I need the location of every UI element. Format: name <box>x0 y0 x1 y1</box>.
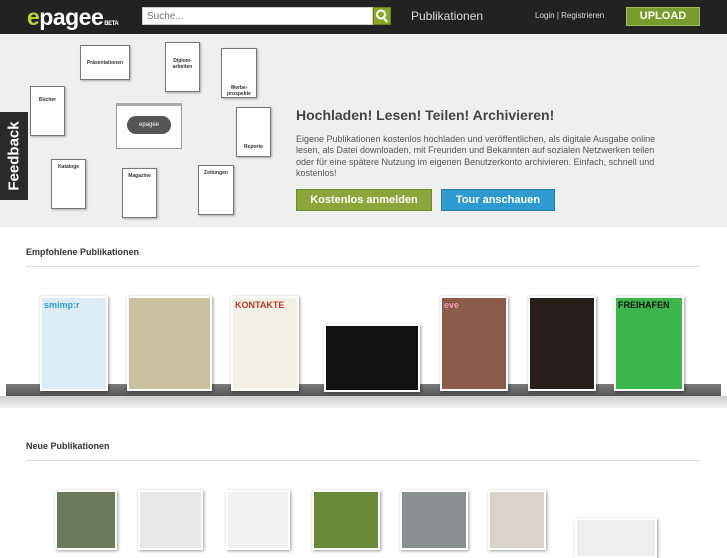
publication-cover[interactable] <box>528 296 596 391</box>
diagram-item: Magazine <box>122 168 157 218</box>
nav-publications[interactable]: Publikationen <box>411 9 483 23</box>
diagram-item: Zeitungen <box>198 165 234 215</box>
shelf-shadow <box>0 396 727 408</box>
diagram-item: Kataloge <box>51 159 86 209</box>
publication-cover[interactable] <box>127 296 212 391</box>
upload-button[interactable]: UPLOAD <box>626 7 700 26</box>
cover-title <box>530 298 594 302</box>
search-icon <box>376 9 388 23</box>
login-link[interactable]: Login <box>535 11 555 20</box>
divider <box>26 460 700 461</box>
publication-cover[interactable] <box>226 490 290 550</box>
hero-title: Hochladen! Lesen! Teilen! Archivieren! <box>296 107 555 123</box>
hero-description: Eigene Publikationen kostenlos hochladen… <box>296 134 656 178</box>
new-heading: Neue Publikationen <box>26 441 110 451</box>
publication-cover[interactable] <box>488 490 546 550</box>
signup-button[interactable]: Kostenlos anmelden <box>296 189 432 211</box>
feedback-label: Feedback <box>5 121 23 191</box>
search-button[interactable] <box>373 7 391 25</box>
cover-title <box>326 326 418 330</box>
diagram-item: Diplom-arbeiten <box>165 42 200 92</box>
beta-badge: BETA <box>104 21 119 27</box>
publication-cover[interactable] <box>575 518 657 558</box>
auth-links: Login | Registrieren <box>535 11 604 20</box>
publication-cover[interactable]: eve <box>440 296 508 391</box>
publication-cover[interactable] <box>138 490 203 550</box>
publication-cover[interactable] <box>312 490 380 550</box>
diagram-item: Reporte <box>236 107 271 157</box>
feedback-tab[interactable]: Feedback <box>0 112 28 200</box>
publication-cover[interactable]: smimp:r <box>40 296 108 391</box>
cover-title: KONTAKTE <box>235 300 285 310</box>
divider <box>26 266 700 267</box>
top-bar: epageeBETA Publikationen Login | Registr… <box>0 0 727 34</box>
logo[interactable]: epageeBETA <box>27 4 119 31</box>
publication-cover[interactable]: KONTAKTE <box>231 296 299 391</box>
cloud-logo: epagee <box>127 116 171 134</box>
search-input[interactable] <box>142 7 373 25</box>
featured-heading: Empfohlene Publikationen <box>26 247 140 257</box>
cover-title: eve <box>444 300 460 310</box>
publication-cover[interactable] <box>55 490 117 550</box>
register-link[interactable]: Registrieren <box>561 11 604 20</box>
publication-cover[interactable]: FREIHAFEN <box>614 296 684 391</box>
cover-title: smimp:r <box>44 300 80 310</box>
hero-banner: Präsentationen Diplom-arbeiten Werbe-pro… <box>0 34 727 227</box>
cover-title: FREIHAFEN <box>618 300 670 310</box>
cover-title <box>129 298 210 302</box>
browser-window: epagee <box>116 103 182 149</box>
diagram-item: Bücher <box>30 86 65 136</box>
tour-button[interactable]: Tour anschauen <box>441 189 555 211</box>
separator: | <box>556 11 559 20</box>
publication-cover[interactable] <box>324 324 420 392</box>
diagram-item: Präsentationen <box>80 45 130 80</box>
publication-cover[interactable] <box>400 490 468 550</box>
diagram-item: Werbe-prospekte <box>221 48 257 98</box>
